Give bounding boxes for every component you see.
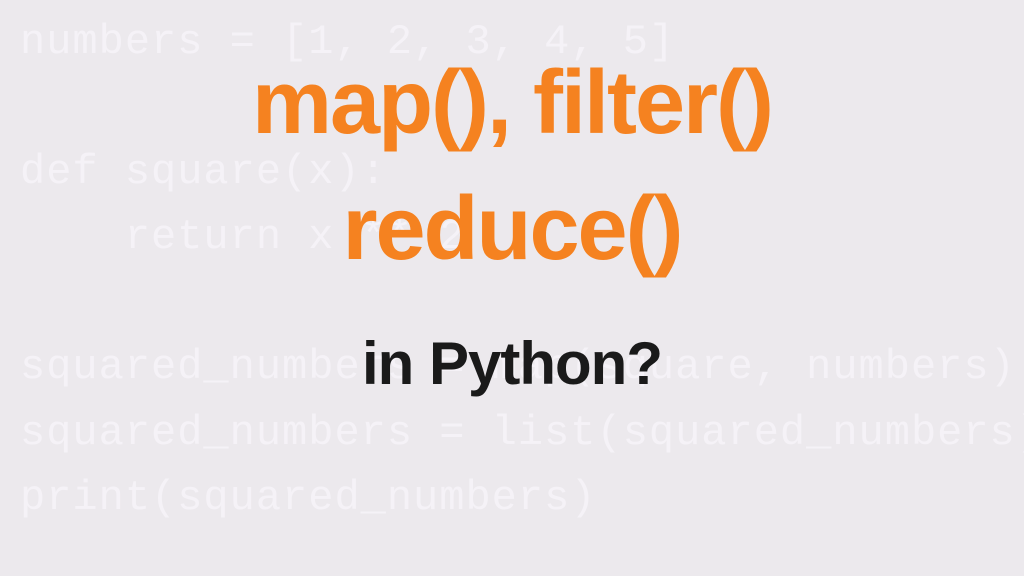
title-line-1: map(), filter() [0, 58, 1024, 148]
title-line-2: reduce() [0, 184, 1024, 274]
subtitle: in Python? [0, 334, 1024, 394]
title-block: map(), filter() reduce() in Python? [0, 58, 1024, 394]
